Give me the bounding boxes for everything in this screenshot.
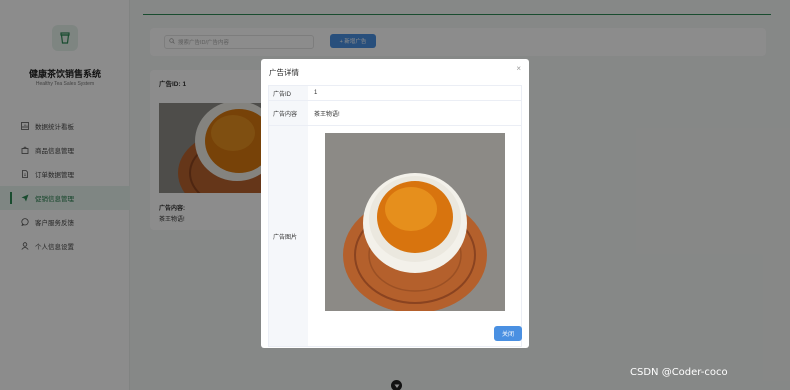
close-button[interactable]: 关闭 [494, 326, 522, 341]
watermark: CSDN @Coder-coco [630, 367, 728, 378]
detail-row-id: 广告ID 1 [269, 86, 521, 101]
detail-label-image: 广告图片 [269, 126, 308, 346]
detail-label-content: 广告内容 [269, 101, 308, 125]
detail-row-content: 广告内容 茶王物语! [269, 101, 521, 126]
ad-image [325, 133, 505, 311]
close-icon[interactable]: × [516, 64, 521, 73]
ad-detail-dialog: 广告详情 × 广告ID 1 广告内容 茶王物语! 广告图片 关闭 [261, 59, 529, 348]
detail-value-content: 茶王物语! [314, 112, 340, 118]
detail-label-id: 广告ID [269, 86, 308, 100]
detail-value-id: 1 [314, 90, 318, 96]
dialog-title: 广告详情 [269, 68, 299, 77]
